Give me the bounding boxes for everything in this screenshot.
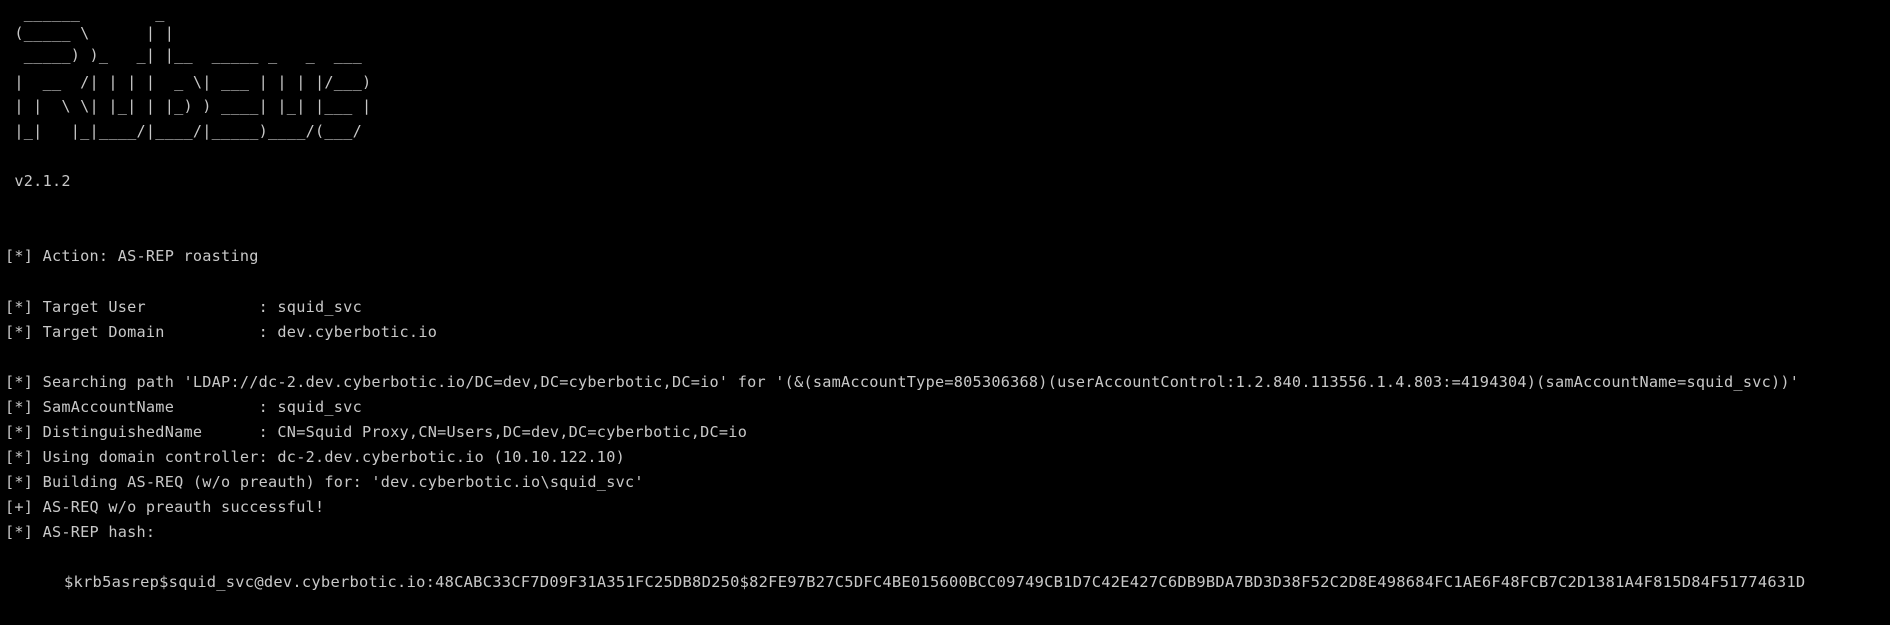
domain-controller-line: [*] Using domain controller: dc-2.dev.cy… [5,448,625,466]
asreq-success-line: [+] AS-REQ w/o preauth successful! [5,498,325,516]
asrep-hash-label: [*] AS-REP hash: [5,523,156,541]
banner-art-line-4: | __ /| | | | _ \| ___ | | | |/___) [5,73,372,91]
searching-path-line: [*] Searching path 'LDAP://dc-2.dev.cybe… [5,373,1800,391]
banner-art-line-5: | | \ \| |_| | |_) ) ____| |_| |___ | [5,97,372,115]
banner-art-line-3: _____) )_ _| |__ _____ _ _ ___ [5,46,362,64]
sam-account-name-line: [*] SamAccountName : squid_svc [5,398,362,416]
distinguished-name-line: [*] DistinguishedName : CN=Squid Proxy,C… [5,423,748,441]
version-text: v2.1.2 [5,172,71,190]
banner-art-line-6: |_| |_|____/|____/|_____)____/(___/ [5,122,362,140]
target-domain-line: [*] Target Domain : dev.cyberbotic.io [5,323,438,341]
asrep-hash-value: $krb5asrep$squid_svc@dev.cyberbotic.io:4… [64,573,1806,591]
target-user-line: [*] Target User : squid_svc [5,298,362,316]
terminal-window[interactable]: ______ _ (_____ \ | | _____) )_ _| |__ _… [0,0,1890,625]
action-line: [*] Action: AS-REP roasting [5,247,259,265]
building-asreq-line: [*] Building AS-REQ (w/o preauth) for: '… [5,473,644,491]
